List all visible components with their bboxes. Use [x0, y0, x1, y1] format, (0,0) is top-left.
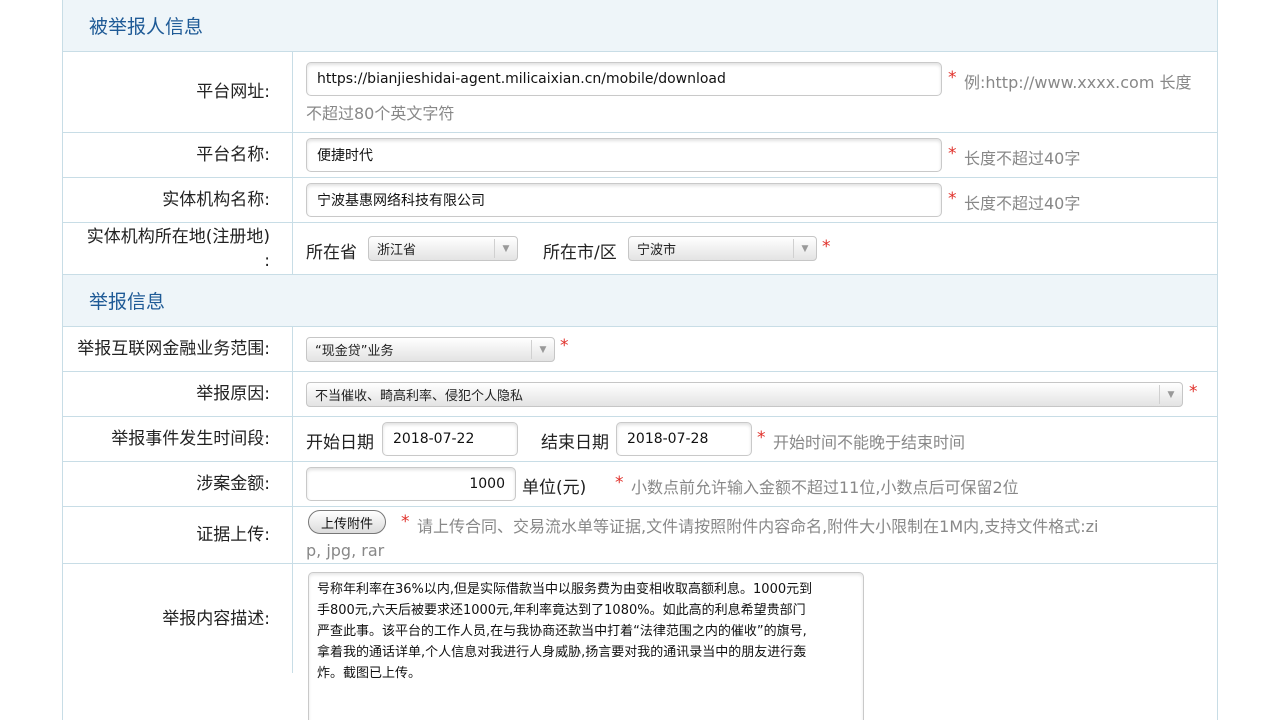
chevron-down-icon: ▼ [531, 340, 554, 359]
description-textarea[interactable]: 号称年利率在36%以内,但是实际借款当中以服务费为由变相收取高额利息。1000元… [308, 572, 864, 720]
required-mark: * [948, 68, 957, 88]
entity-name-cell: 宁波基惠网络科技有限公司 * 长度不超过40字 [293, 178, 1217, 222]
province-label: 所在省 [306, 243, 357, 263]
end-date-input[interactable]: 2018-07-28 [616, 422, 752, 456]
description-label: 举报内容描述: [63, 564, 293, 673]
report-reason-label: 举报原因: [63, 372, 293, 416]
section-header-report-info: 举报信息 [63, 275, 1217, 327]
row-business-scope: 举报互联网金融业务范围: “现金贷”业务 ▼ * [63, 327, 1217, 372]
platform-url-label: 平台网址: [63, 52, 293, 132]
province-select[interactable]: 浙江省 ▼ [368, 236, 518, 261]
row-evidence: 证据上传: 上传附件 * 请上传合同、交易流水单等证据,文件请按照附件内容命名,… [63, 507, 1217, 564]
chevron-down-icon: ▼ [793, 239, 816, 258]
evidence-hint: 请上传合同、交易流水单等证据,文件请按照附件内容命名,附件大小限制在1M内,支持… [417, 517, 1099, 536]
platform-url-hint: 例:http://www.xxxx.com 长度 [964, 73, 1192, 92]
description-cell: 号称年利率在36%以内,但是实际借款当中以服务费为由变相收取高额利息。1000元… [293, 564, 1217, 720]
row-platform-url: 平台网址: https://bianjieshidai-agent.milica… [63, 52, 1217, 133]
business-scope-value: “现金贷”业务 [315, 344, 394, 359]
required-mark: * [822, 237, 831, 257]
amount-cell: 1000 单位(元) * 小数点前允许输入金额不超过11位,小数点后可保留2位 [293, 462, 1217, 506]
city-label: 所在市/区 [543, 243, 617, 263]
report-reason-value: 不当催收、畸高利率、侵犯个人隐私 [315, 389, 524, 404]
entity-name-label: 实体机构名称: [63, 178, 293, 222]
row-time-period: 举报事件发生时间段: 开始日期 2018-07-22 结束日期 2018-07-… [63, 417, 1217, 462]
chevron-down-icon: ▼ [1159, 385, 1182, 404]
required-mark: * [948, 189, 957, 209]
report-form: 被举报人信息 平台网址: https://bianjieshidai-agent… [62, 0, 1218, 720]
platform-url-input[interactable]: https://bianjieshidai-agent.milicaixian.… [306, 62, 942, 96]
entity-name-hint: 长度不超过40字 [964, 194, 1081, 213]
business-scope-select[interactable]: “现金贷”业务 ▼ [306, 337, 555, 362]
start-date-label: 开始日期 [306, 433, 374, 453]
row-entity-name: 实体机构名称: 宁波基惠网络科技有限公司 * 长度不超过40字 [63, 178, 1217, 223]
required-mark: * [948, 144, 957, 164]
required-mark: * [401, 512, 410, 532]
report-reason-select[interactable]: 不当催收、畸高利率、侵犯个人隐私 ▼ [306, 382, 1183, 407]
end-date-label: 结束日期 [541, 433, 609, 453]
platform-name-input[interactable]: 便捷时代 [306, 138, 942, 172]
row-amount: 涉案金额: 1000 单位(元) * 小数点前允许输入金额不超过11位,小数点后… [63, 462, 1217, 507]
business-scope-cell: “现金贷”业务 ▼ * [293, 327, 1217, 371]
platform-name-label: 平台名称: [63, 133, 293, 177]
amount-hint: 小数点前允许输入金额不超过11位,小数点后可保留2位 [631, 478, 1019, 497]
evidence-label: 证据上传: [63, 507, 293, 563]
row-platform-name: 平台名称: 便捷时代 * 长度不超过40字 [63, 133, 1217, 178]
row-report-reason: 举报原因: 不当催收、畸高利率、侵犯个人隐私 ▼ * [63, 372, 1217, 417]
city-value: 宁波市 [637, 243, 677, 258]
amount-input[interactable]: 1000 [306, 467, 516, 501]
upload-attachment-button[interactable]: 上传附件 [308, 510, 387, 534]
row-entity-location: 实体机构所在地(注册地) : 所在省 浙江省 ▼ 所在市/区 宁波市 ▼ * [63, 223, 1217, 275]
entity-location-label-text: 实体机构所在地(注册地) [86, 226, 270, 247]
city-select[interactable]: 宁波市 ▼ [628, 236, 817, 261]
chevron-down-icon: ▼ [494, 239, 517, 258]
required-mark: * [615, 473, 624, 493]
time-period-cell: 开始日期 2018-07-22 结束日期 2018-07-28 * 开始时间不能… [293, 417, 1217, 461]
entity-location-label-colon: : [264, 250, 270, 271]
start-date-input[interactable]: 2018-07-22 [382, 422, 518, 456]
platform-url-cell: https://bianjieshidai-agent.milicaixian.… [293, 52, 1217, 132]
required-mark: * [757, 428, 766, 448]
report-reason-cell: 不当催收、畸高利率、侵犯个人隐私 ▼ * [293, 372, 1217, 416]
entity-location-label: 实体机构所在地(注册地) : [63, 223, 293, 274]
business-scope-label: 举报互联网金融业务范围: [63, 327, 293, 371]
section-title: 被举报人信息 [89, 16, 204, 38]
amount-label: 涉案金额: [63, 462, 293, 506]
province-value: 浙江省 [377, 243, 417, 258]
entity-location-cell: 所在省 浙江省 ▼ 所在市/区 宁波市 ▼ * [293, 223, 1217, 274]
required-mark: * [560, 336, 569, 356]
time-period-hint: 开始时间不能晚于结束时间 [773, 433, 966, 452]
platform-name-hint: 长度不超过40字 [964, 149, 1081, 168]
section-title: 举报信息 [89, 291, 166, 313]
time-period-label: 举报事件发生时间段: [63, 417, 293, 461]
platform-url-hint-line2: 不超过80个英文字符 [306, 104, 455, 123]
required-mark: * [1189, 382, 1198, 402]
row-description: 举报内容描述: 号称年利率在36%以内,但是实际借款当中以服务费为由变相收取高额… [63, 564, 1217, 720]
platform-name-cell: 便捷时代 * 长度不超过40字 [293, 133, 1217, 177]
entity-name-input[interactable]: 宁波基惠网络科技有限公司 [306, 183, 942, 217]
evidence-hint-line2: p, jpg, rar [306, 541, 385, 560]
section-header-reported-party: 被举报人信息 [63, 0, 1217, 52]
amount-unit: 单位(元) [522, 478, 587, 498]
evidence-cell: 上传附件 * 请上传合同、交易流水单等证据,文件请按照附件内容命名,附件大小限制… [293, 507, 1217, 563]
